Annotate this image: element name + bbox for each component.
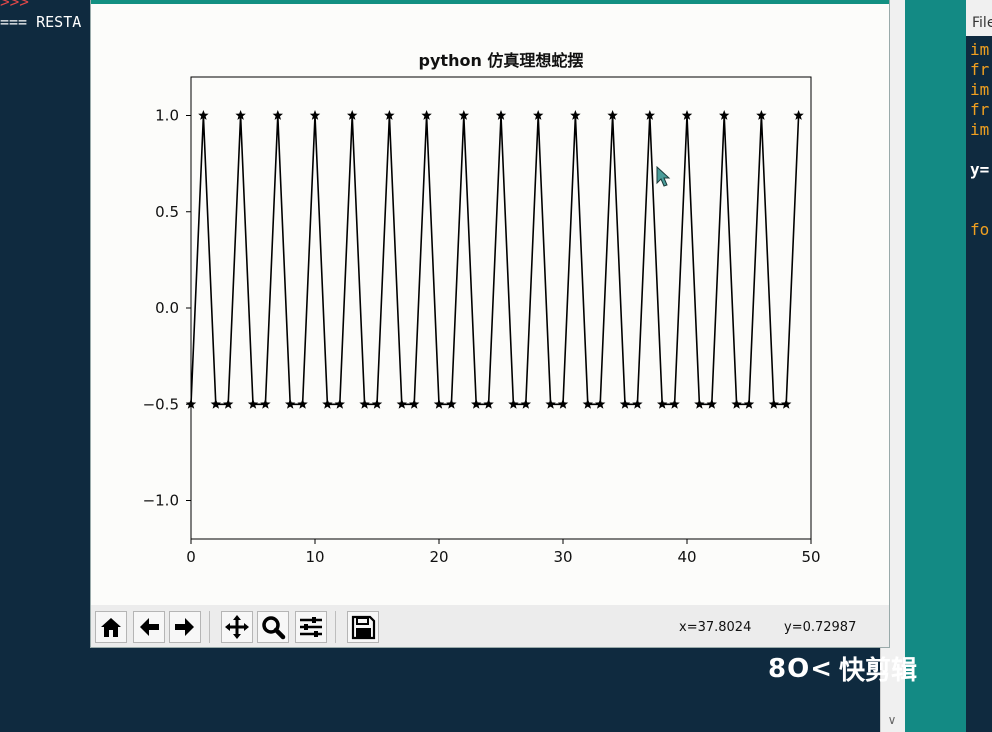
data-point-marker: [483, 398, 494, 409]
data-point-marker: [619, 398, 631, 409]
forward-button[interactable]: [169, 611, 201, 643]
x-tick-label: 20: [429, 548, 448, 566]
axes-frame: [190, 76, 812, 540]
data-point-marker: [781, 398, 792, 409]
data-point-marker: [322, 398, 333, 409]
chart: python 仿真理想蛇摆 0 10 20 30 40 50 1.0 0.5 0.0 −0.5 −1.…: [143, 51, 821, 566]
code-line: im: [970, 40, 990, 59]
cursor-y-readout: y=0.72987: [784, 620, 857, 635]
data-point-marker: [557, 398, 569, 409]
watermark-text: 快剪辑: [838, 656, 917, 686]
code-line: fr: [970, 100, 990, 119]
terminal-restart-text: === RESTA: [0, 13, 82, 31]
data-point-marker: [545, 398, 556, 409]
data-point-marker: [260, 398, 271, 409]
x-tick-label: 0: [186, 548, 196, 566]
toolbar-separator: [335, 611, 336, 643]
x-tick-label: 40: [677, 548, 696, 566]
data-point-marker: [409, 398, 420, 409]
data-point-marker: [706, 398, 717, 409]
data-point-marker: [694, 398, 705, 409]
data-point-marker: [595, 398, 606, 409]
y-tick-label: 0.0: [155, 299, 179, 317]
data-point-marker: [669, 398, 680, 409]
data-point-marker: [508, 398, 519, 409]
code-line: im: [970, 120, 990, 139]
terminal-prompt: >>>: [0, 0, 29, 11]
back-button[interactable]: [133, 611, 165, 643]
data-point-marker: [247, 398, 259, 409]
toolbar-separator: [209, 611, 210, 643]
code-line: im: [970, 80, 990, 99]
configure-subplots-button[interactable]: [295, 611, 327, 643]
home-button[interactable]: [95, 611, 127, 643]
cursor-x-readout: x=37.8024: [679, 620, 752, 635]
y-tick-label: −0.5: [143, 395, 179, 413]
save-button[interactable]: [347, 611, 379, 643]
data-point-marker: [520, 398, 531, 409]
data-point-marker: [359, 398, 370, 409]
pan-button[interactable]: [221, 611, 253, 643]
watermark-logo: 8O<: [768, 653, 833, 684]
data-point-marker: [396, 398, 407, 409]
menu-file[interactable]: File: [972, 15, 992, 31]
save-icon: [351, 615, 376, 640]
data-point-marker: [657, 398, 668, 409]
data-point-marker: [743, 398, 755, 409]
x-tick-label: 10: [305, 548, 324, 566]
x-tick-label: 50: [801, 548, 820, 566]
zoom-icon: [262, 616, 286, 640]
terminal-background: >>> === RESTA: [0, 0, 100, 732]
data-point-marker: [285, 398, 296, 409]
y-tick-label: −1.0: [143, 492, 179, 510]
data-point-marker: [632, 398, 643, 409]
data-point-marker: [433, 398, 445, 409]
data-point-marker: [210, 398, 221, 409]
data-point-marker: [446, 398, 457, 409]
arrow-left-icon: [140, 618, 159, 636]
home-icon: [101, 618, 121, 637]
mouse-cursor-icon: [656, 166, 671, 187]
sliders-icon: [300, 617, 322, 637]
y-tick-label: 1.0: [155, 107, 179, 125]
data-point-marker: [731, 398, 742, 409]
zoom-button[interactable]: [257, 611, 289, 643]
editor-menubar: File: [966, 0, 992, 36]
series-line: [190, 115, 800, 406]
move-icon: [225, 615, 249, 639]
data-point-marker: [768, 398, 779, 409]
data-point-marker: [371, 398, 383, 409]
y-tick-label: 0.5: [155, 203, 179, 221]
code-line: y=: [970, 160, 990, 179]
data-point-marker: [297, 398, 308, 409]
scroll-down-arrow-icon[interactable]: ∨: [880, 708, 904, 732]
figure-window: python 仿真理想蛇摆 0 10 20 30 40 50 1.0 0.5 0.0 −0.5 −1.…: [90, 0, 890, 648]
navigation-toolbar: x=37.8024 y=0.72987: [91, 605, 889, 647]
code-line: fo: [970, 220, 990, 239]
code-editor[interactable]: im fr im fr im y= fo: [966, 0, 992, 732]
data-point-marker: [582, 398, 593, 409]
chart-title: python 仿真理想蛇摆: [419, 51, 584, 70]
data-point-marker: [334, 398, 345, 409]
data-point-marker: [471, 398, 482, 409]
watermark: 8O< 快剪辑: [768, 650, 917, 687]
code-line: fr: [970, 60, 990, 79]
data-point-marker: [223, 398, 234, 409]
arrow-right-icon: [175, 618, 194, 636]
x-tick-label: 30: [553, 548, 572, 566]
